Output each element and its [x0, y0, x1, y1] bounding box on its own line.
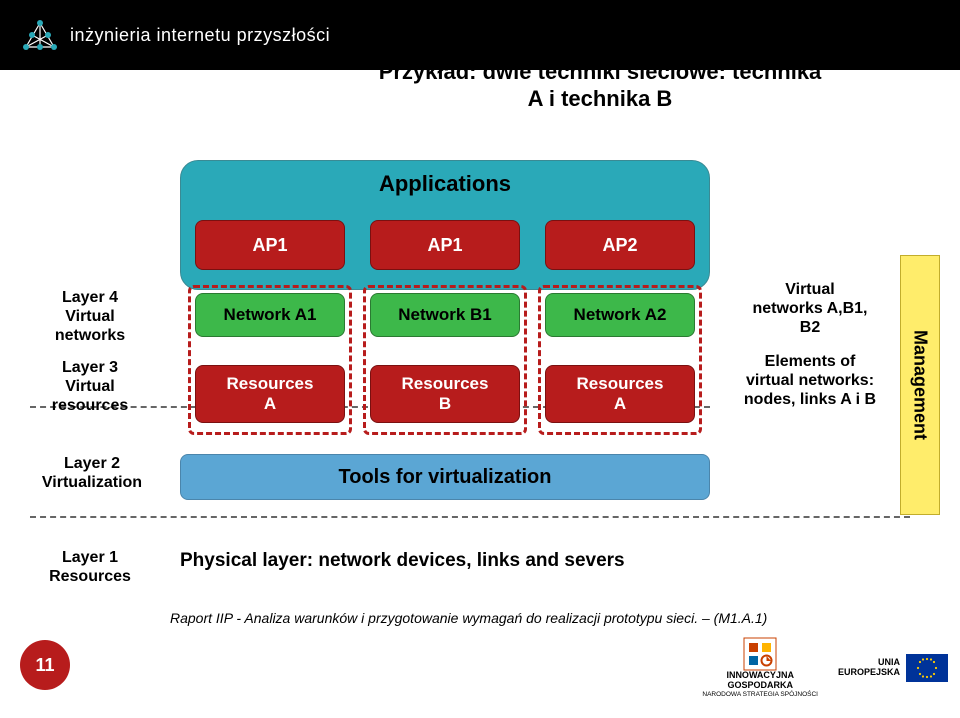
ap2-label: AP2 [602, 235, 637, 256]
ap2-box: AP2 [545, 220, 695, 270]
ig-logo-icon [743, 637, 777, 671]
resources-a-label: Resources A [227, 374, 314, 413]
virtual-networks-anno: Virtual networks A,B1, B2 [720, 280, 900, 338]
network-a2-box: Network A2 [545, 293, 695, 337]
footer-citation: Raport IIP - Analiza warunków i przygoto… [170, 610, 767, 626]
network-icon [20, 17, 60, 53]
resources-b-box: Resources B [370, 365, 520, 423]
network-b1-box: Network B1 [370, 293, 520, 337]
title-line-1: System IIP : dotychczasowa architektura [300, 30, 900, 58]
management-label: Management [910, 330, 931, 440]
slide: inżynieria internetu przyszłości System … [0, 0, 960, 718]
elements-anno: Elements of virtual networks: nodes, lin… [720, 352, 900, 410]
management-box: Management [900, 255, 940, 515]
layer2-label: Layer 2 Virtualization [22, 454, 162, 492]
footer-logos: INNOWACYJNA GOSPODARKA NARODOWA STRATEGI… [702, 637, 948, 698]
ap1b-label: AP1 [427, 235, 462, 256]
resources-a2-label: Resources A [577, 374, 664, 413]
page-number-dot: 11 [20, 640, 70, 690]
brand-logo: inżynieria internetu przyszłości [20, 17, 330, 53]
resources-b-label: Resources B [402, 374, 489, 413]
tools-label: Tools for virtualization [339, 466, 552, 489]
eu-logo: UNIA EUROPEJSKA [838, 654, 948, 682]
physical-layer-label: Physical layer: network devices, links a… [180, 550, 820, 572]
ig-line-2: GOSPODARKA [727, 681, 793, 691]
network-a1-label: Network A1 [224, 305, 317, 325]
title-line-2: Przykład: dwie techniki sieciowe: techni… [300, 58, 900, 86]
ap1-box: AP1 [195, 220, 345, 270]
network-a2-label: Network A2 [574, 305, 667, 325]
eu-line-2: EUROPEJSKA [838, 667, 900, 677]
slide-title: System IIP : dotychczasowa architektura … [300, 30, 900, 113]
divider-l2-l1 [30, 516, 910, 518]
ap1-label: AP1 [252, 235, 287, 256]
eu-flag-icon [906, 654, 948, 682]
resources-a2-box: Resources A [545, 365, 695, 423]
ap1b-box: AP1 [370, 220, 520, 270]
title-line-3: A i technika B [300, 85, 900, 113]
network-a1-box: Network A1 [195, 293, 345, 337]
eu-line-1: UNIA [878, 657, 900, 667]
tools-bar: Tools for virtualization [180, 454, 710, 500]
ig-line-3: NARODOWA STRATEGIA SPÓJNOŚCI [702, 691, 818, 698]
brand-text: inżynieria internetu przyszłości [70, 25, 330, 46]
resources-a-box: Resources A [195, 365, 345, 423]
ig-logo: INNOWACYJNA GOSPODARKA NARODOWA STRATEGI… [702, 637, 818, 698]
layer4-label: Layer 4 Virtual networks [30, 288, 150, 346]
layer1-label: Layer 1 Resources [30, 548, 150, 586]
network-b1-label: Network B1 [398, 305, 492, 325]
page-number: 11 [35, 655, 54, 676]
layer3-label: Layer 3 Virtual resources [30, 358, 150, 416]
